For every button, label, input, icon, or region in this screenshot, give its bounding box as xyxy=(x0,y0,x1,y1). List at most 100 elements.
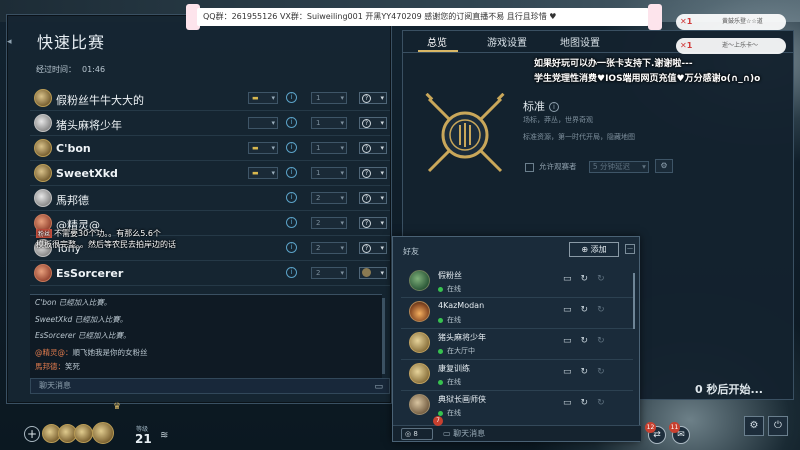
chat-line: C'bon 已經加入比賽。 xyxy=(30,295,382,312)
tab-map-settings[interactable]: 地图设置 xyxy=(560,34,600,49)
player-avatar[interactable] xyxy=(34,89,52,107)
civ-flag-select[interactable]: ▬ xyxy=(248,92,278,104)
bottom-bar: + 等级 21 ≋ ⇄ 12 ✉ 11 xyxy=(0,410,800,450)
team-select[interactable]: 2 xyxy=(311,267,347,279)
player-avatar[interactable] xyxy=(34,139,52,157)
online-dot-icon xyxy=(438,286,443,292)
player-name[interactable]: 假粉丝牛牛大大的 xyxy=(56,92,144,108)
team-select[interactable]: 1 xyxy=(311,117,347,129)
info-icon[interactable]: i xyxy=(286,267,297,278)
danmaku-line: 模板很完整。。然后等农民去拍岸边的话 xyxy=(36,239,236,250)
team-select[interactable]: 2 xyxy=(311,242,347,254)
info-icon[interactable]: i xyxy=(286,242,297,253)
invite-icon[interactable]: ↻ xyxy=(581,398,598,408)
info-icon[interactable]: i xyxy=(286,142,297,153)
friend-actions: ▭↻↻ xyxy=(563,274,614,284)
message-icon[interactable]: ▭ xyxy=(563,305,581,315)
color-select[interactable]: ? xyxy=(359,142,387,154)
info-icon[interactable]: i xyxy=(286,192,297,203)
elapsed-label: 经过时间： xyxy=(36,65,76,74)
list-item[interactable]: 假粉丝 在线 ▭↻↻ xyxy=(401,267,633,298)
collapse-arrow-icon[interactable]: ◂ xyxy=(7,35,15,49)
mode-resources: 标准资源，第一时代开局，隐藏地图 xyxy=(523,133,635,141)
color-select[interactable]: ? xyxy=(359,117,387,129)
settings-icon[interactable]: ⚙ xyxy=(744,416,764,436)
color-select[interactable]: ? xyxy=(359,242,387,254)
spectator-delay-select[interactable]: 5 分钟延迟 xyxy=(588,161,649,173)
player-avatar[interactable] xyxy=(34,114,52,132)
chat-bubble-icon[interactable]: ▭ xyxy=(374,380,383,394)
tab-overview[interactable]: 总览 xyxy=(427,34,447,49)
color-select[interactable]: ? xyxy=(359,192,387,204)
info-icon[interactable]: i xyxy=(286,92,297,103)
friend-actions: ▭↻↻ xyxy=(563,336,614,346)
friend-scrollbar[interactable] xyxy=(633,273,635,329)
party-avatar[interactable] xyxy=(74,424,93,443)
invite-icon[interactable]: ↻ xyxy=(581,305,598,315)
invite-disabled-icon: ↻ xyxy=(597,367,614,377)
color-select[interactable]: ? xyxy=(359,167,387,179)
player-avatar[interactable] xyxy=(34,264,52,282)
player-name[interactable]: SweetXkd xyxy=(56,167,118,180)
status-text: 在线 xyxy=(447,316,461,324)
team-select[interactable]: 1 xyxy=(311,142,347,154)
elapsed-value: 01:46 xyxy=(82,65,106,74)
team-select[interactable]: 2 xyxy=(311,192,347,204)
add-friend-button[interactable]: ⊕ 添加 xyxy=(569,242,619,257)
list-item[interactable]: 猪头麻将少年 在大厅中 ▭↻↻ xyxy=(401,329,633,360)
tab-game-settings[interactable]: 游戏设置 xyxy=(487,34,527,49)
spectator-checkbox[interactable] xyxy=(525,162,534,172)
message-icon[interactable]: ▭ xyxy=(563,398,581,408)
friend-status: 在线 xyxy=(438,315,461,325)
player-name[interactable]: C'bon xyxy=(56,142,91,155)
question-icon: ? xyxy=(362,244,371,253)
power-icon[interactable]: ⏻ xyxy=(768,416,788,436)
fan-tag: 粉丝 xyxy=(36,229,53,238)
invite-icon[interactable]: ↻ xyxy=(581,274,598,284)
invite-icon[interactable]: ↻ xyxy=(581,367,598,377)
team-select[interactable]: 2 xyxy=(311,217,347,229)
civ-flag-select[interactable]: ▬ xyxy=(248,167,278,179)
player-name[interactable]: 馬邦德 xyxy=(56,192,89,208)
avatar xyxy=(409,301,430,322)
danmaku-text: 模板很完整。。然后等农民去拍岸边的话 xyxy=(36,240,176,249)
player-row: EsSorcerer i 2 xyxy=(30,261,390,286)
list-item[interactable]: 康复训练 在线 ▭↻↻ xyxy=(401,360,633,391)
collapse-icon[interactable]: — xyxy=(625,244,635,254)
invite-disabled-icon: ↻ xyxy=(597,274,614,284)
chat-text: 笑死 xyxy=(65,362,80,371)
info-icon[interactable]: i xyxy=(549,102,559,112)
info-icon[interactable]: i xyxy=(286,167,297,178)
invite-disabled-icon: ↻ xyxy=(597,398,614,408)
chat-input[interactable]: 聊天消息 ▭ xyxy=(30,378,390,394)
profile-avatar[interactable] xyxy=(92,422,114,444)
civ-flag-select[interactable] xyxy=(248,117,278,129)
player-level: 21 xyxy=(135,432,152,446)
team-select[interactable]: 1 xyxy=(311,92,347,104)
add-party-icon[interactable]: + xyxy=(24,426,40,442)
gear-icon[interactable]: ⚙ xyxy=(655,159,673,173)
status-text: 在线 xyxy=(447,285,461,293)
info-icon[interactable]: i xyxy=(286,217,297,228)
message-icon[interactable]: ▭ xyxy=(563,336,581,346)
player-row: 猪头麻将少年 i 1 ? xyxy=(30,111,390,136)
civ-flag-select[interactable]: ▬ xyxy=(248,142,278,154)
chat-text: EsSorcerer 已經加入比賽。 xyxy=(35,331,131,340)
player-avatar[interactable] xyxy=(34,189,52,207)
message-icon[interactable]: ▭ xyxy=(563,274,581,284)
team-select[interactable]: 1 xyxy=(311,167,347,179)
player-avatar[interactable] xyxy=(34,164,52,182)
player-name[interactable]: 猪头麻将少年 xyxy=(56,117,122,133)
color-select[interactable]: ? xyxy=(359,92,387,104)
chat-scrollbar[interactable] xyxy=(382,298,385,374)
list-item[interactable]: 4KazModan 在线 ▭↻↻ xyxy=(401,298,633,329)
color-select[interactable] xyxy=(359,267,387,279)
player-name[interactable]: EsSorcerer xyxy=(56,267,123,280)
spectator-label: 允许观赛者 xyxy=(539,162,577,171)
color-select[interactable]: ? xyxy=(359,217,387,229)
friend-actions: ▭↻↻ xyxy=(563,398,614,408)
chat-line: EsSorcerer 已經加入比賽。 xyxy=(30,328,382,345)
invite-icon[interactable]: ↻ xyxy=(581,336,598,346)
info-icon[interactable]: i xyxy=(286,117,297,128)
message-icon[interactable]: ▭ xyxy=(563,367,581,377)
